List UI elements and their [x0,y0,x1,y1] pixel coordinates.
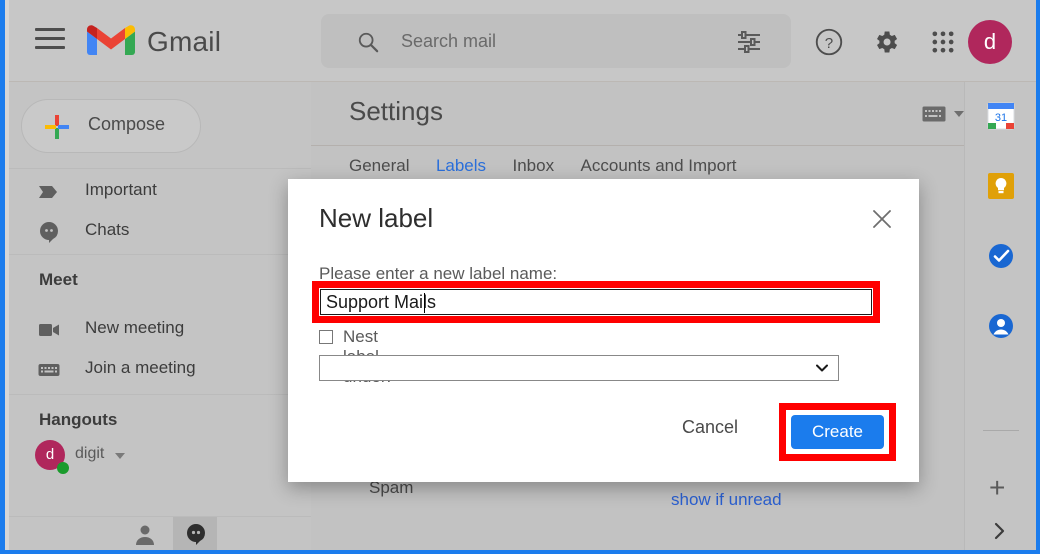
sidebar-divider-1 [9,168,311,169]
sidebar-item-label: New meeting [85,318,185,337]
svg-text:?: ? [825,35,833,52]
sidebar-divider-2 [9,254,311,255]
tune-icon[interactable] [737,31,761,53]
google-contacts-icon[interactable] [987,312,1015,340]
label-name-input[interactable] [320,289,872,315]
new-label-dialog: New label Please enter a new label name:… [288,179,919,482]
chevron-right-icon[interactable] [991,522,1009,540]
sidebar-item-important[interactable]: Important [9,172,311,212]
tab-inbox[interactable]: Inbox [513,156,555,176]
hangouts-icon[interactable] [184,523,208,545]
dialog-title: New label [319,203,434,233]
tab-accounts-and-import[interactable]: Accounts and Import [581,156,737,176]
sidebar-item-label: Chats [85,220,130,239]
nest-parent-select[interactable] [319,355,839,381]
google-calendar-icon[interactable]: 31 [987,102,1015,130]
nest-label-checkbox[interactable] [319,330,333,344]
google-keep-icon[interactable] [987,172,1015,200]
search-bar[interactable]: Search mail [321,14,791,68]
plus-icon [45,115,69,139]
tabs-divider [311,145,964,146]
top-header-bar: Gmail Search mail ? d [9,0,1036,82]
hamburger-icon[interactable] [35,28,65,54]
gmail-logo [87,25,135,55]
sidebar-item-join-meeting[interactable]: Join a meeting [9,350,311,390]
svg-text:31: 31 [995,112,1007,124]
right-side-panel: 31 + [964,82,1036,550]
help-circle-icon[interactable]: ? [815,28,843,56]
chevron-down-icon[interactable] [115,453,125,459]
show-if-unread-link[interactable]: show if unread [671,490,782,509]
gear-icon[interactable] [872,28,900,56]
google-tasks-icon[interactable] [987,242,1015,270]
chat-bottom-bar [9,516,311,550]
browser-window: Gmail Search mail ? d Compose Important … [0,0,1040,554]
tab-labels[interactable]: Labels [436,156,486,176]
keyboard-icon [38,364,60,376]
window-border-right [1036,0,1040,554]
compose-button[interactable]: Compose [21,99,201,153]
avatar[interactable]: d [968,20,1012,64]
sidebar-item-label: Join a meeting [85,358,196,377]
rail-divider [983,430,1019,431]
tab-general[interactable]: General [349,156,409,176]
page-title: Settings [349,96,443,126]
sidebar-item-new-meeting[interactable]: New meeting [9,310,311,350]
person-icon[interactable] [133,523,157,545]
create-button[interactable]: Create [791,415,884,449]
sidebar-section-meet: Meet [39,270,78,289]
left-sidebar: Compose Important Chats Meet New meeting… [9,82,311,550]
sidebar-divider-3 [9,394,311,395]
label-important-icon [39,186,57,198]
status-badge [57,462,69,474]
window-border-bottom [0,550,1040,554]
chevron-down-icon [816,364,828,372]
brand-label: Gmail [147,26,222,57]
sidebar-item-chats[interactable]: Chats [9,212,311,252]
compose-label: Compose [88,114,166,134]
search-input[interactable]: Search mail [401,31,496,52]
sidebar-item-label: Important [85,180,157,199]
search-icon [358,32,379,53]
text-cursor [424,293,425,313]
cancel-button[interactable]: Cancel [682,417,738,438]
chat-bubble-icon [40,222,58,243]
video-camera-icon [39,324,59,336]
close-icon[interactable] [867,204,897,234]
settings-tabs: General Labels Inbox Accounts and Import [349,156,758,176]
chevron-down-icon [954,111,964,117]
keyboard-icon [922,106,946,122]
plus-icon[interactable]: + [989,474,1005,502]
hangouts-user-name: digit [75,445,105,462]
apps-grid-icon[interactable] [929,28,957,56]
sidebar-section-hangouts: Hangouts [39,410,118,429]
